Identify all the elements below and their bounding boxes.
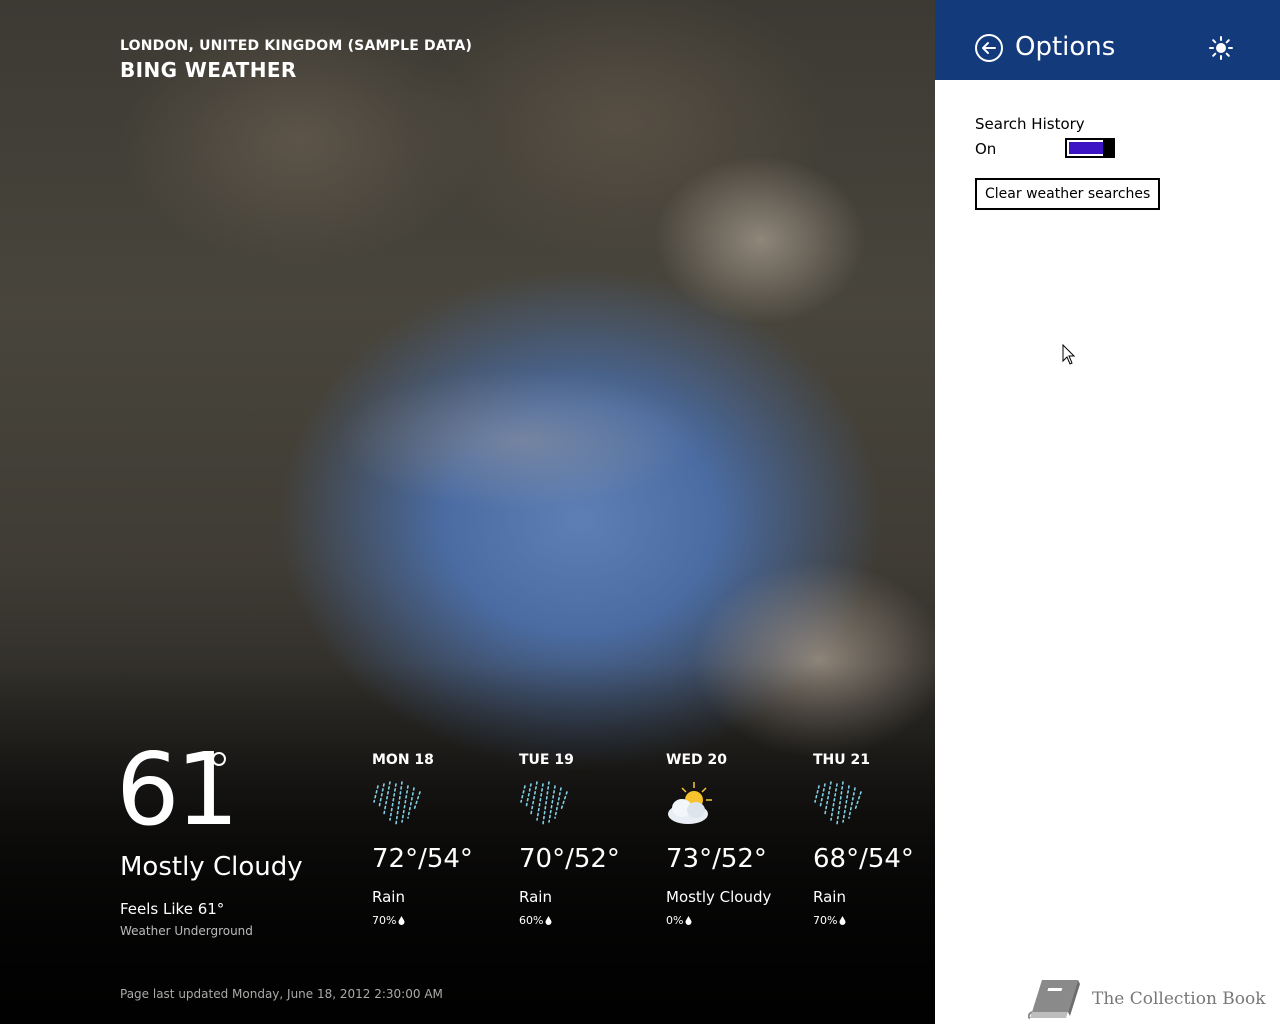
raindrop-icon — [839, 916, 846, 925]
data-source[interactable]: Weather Underground — [120, 924, 253, 938]
precip-value: 60% — [519, 914, 544, 927]
search-history-toggle[interactable] — [1065, 138, 1115, 158]
precip-value: 0% — [666, 914, 684, 927]
current-condition: Mostly Cloudy — [120, 852, 303, 882]
feels-like: Feels Like 61° — [120, 900, 225, 918]
forecast-condition: Rain — [813, 888, 846, 906]
app-name: BING WEATHER — [120, 58, 297, 82]
raindrop-icon — [545, 916, 552, 925]
back-button[interactable] — [975, 34, 1003, 62]
forecast-temps: 68°/54° — [813, 844, 914, 874]
precip-chance: 70% — [813, 914, 935, 927]
forecast-temps: 70°/52° — [519, 844, 620, 874]
precip-chance: 70% — [372, 914, 512, 927]
search-history-label: Search History — [975, 115, 1085, 133]
book-icon — [1028, 980, 1080, 1019]
weather-panorama: LONDON, UNITED KINGDOM (SAMPLE DATA) BIN… — [0, 0, 935, 1024]
precip-chance: 0% — [666, 914, 806, 927]
raindrop-icon — [685, 916, 692, 925]
last-updated: Page last updated Monday, June 18, 2012 … — [120, 987, 443, 1001]
degree-symbol — [212, 752, 226, 766]
toggle-fill — [1069, 142, 1103, 154]
rain-icon — [814, 781, 862, 825]
search-history-state: On — [975, 140, 997, 158]
precip-value: 70% — [372, 914, 397, 927]
options-title: Options — [1015, 32, 1116, 62]
watermark-text: The Collection Book — [1092, 989, 1266, 1009]
precip-chance: 60% — [519, 914, 659, 927]
forecast-day-name: WED 20 — [666, 752, 727, 768]
forecast-day-name: TUE 19 — [519, 752, 574, 768]
forecast-temps: 73°/52° — [666, 844, 767, 874]
forecast-condition: Rain — [519, 888, 552, 906]
location-title[interactable]: LONDON, UNITED KINGDOM (SAMPLE DATA) — [120, 38, 472, 54]
clear-weather-searches-button[interactable]: Clear weather searches — [975, 178, 1161, 210]
options-header: Options — [935, 0, 1280, 80]
precip-value: 70% — [813, 914, 838, 927]
sun-cloud-icon — [668, 782, 712, 824]
forecast-day[interactable]: TUE 19 70°/52° Rain 60% — [519, 752, 659, 927]
rain-icon — [373, 781, 421, 825]
forecast-day[interactable]: WED 20 73°/52° Mostly Cloudy 0% — [666, 752, 806, 927]
forecast-day-name: THU 21 — [813, 752, 870, 768]
forecast-day-name: MON 18 — [372, 752, 434, 768]
mouse-cursor-icon — [1062, 344, 1076, 365]
forecast-condition: Mostly Cloudy — [666, 888, 772, 906]
back-arrow-icon — [982, 42, 996, 54]
rain-icon — [520, 781, 568, 825]
forecast-temps: 72°/54° — [372, 844, 473, 874]
watermark: The Collection Book — [1028, 976, 1266, 1022]
sun-icon — [1209, 36, 1233, 60]
forecast-day[interactable]: MON 18 72°/54° Rain 70% — [372, 752, 512, 927]
forecast-condition: Rain — [372, 888, 405, 906]
toggle-thumb[interactable] — [1103, 138, 1115, 158]
options-pane: Options Search History On Clear weather … — [935, 0, 1280, 1024]
raindrop-icon — [398, 916, 405, 925]
forecast-day[interactable]: THU 21 68°/54° Rain 70% — [813, 752, 935, 927]
